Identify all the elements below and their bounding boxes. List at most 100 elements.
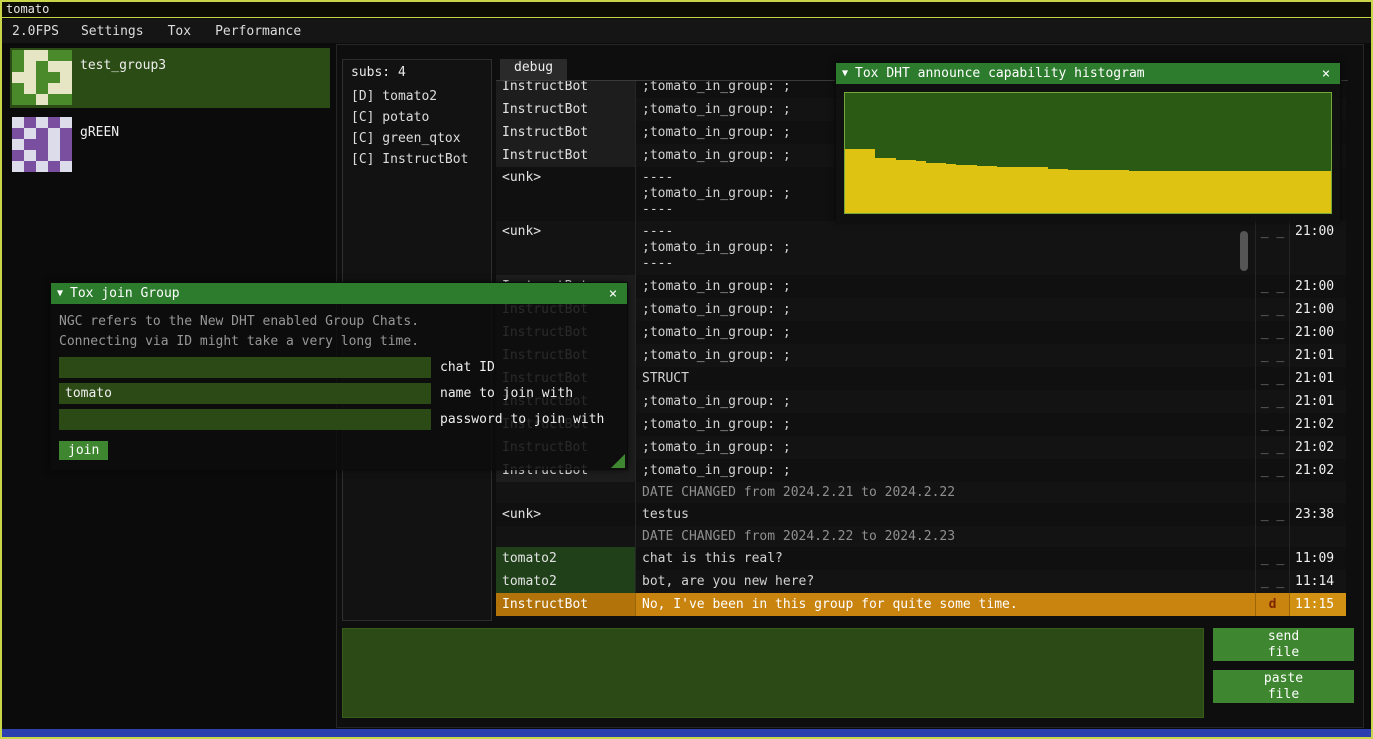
join-button[interactable]: join <box>59 441 108 460</box>
histogram-bar <box>997 167 1007 213</box>
message-row[interactable]: <unk>---- ;tomato_in_group: ; ----_ _21:… <box>496 221 1346 275</box>
avatar-pixel <box>36 94 48 105</box>
sub-item-green_qtox[interactable]: [C] green_qtox <box>343 128 491 149</box>
message-text: ;tomato_in_group: ; <box>636 321 1256 344</box>
subs-list: [D] tomato2[C] potato[C] green_qtox[C] I… <box>343 86 491 170</box>
sender-name <box>496 526 636 547</box>
avatar-pixel <box>48 139 60 150</box>
message-flags: d <box>1256 593 1290 616</box>
avatar-pixel <box>60 72 72 83</box>
avatar-pixel <box>36 50 48 61</box>
menu-item-settings[interactable]: Settings <box>69 24 156 39</box>
dht-histogram-body <box>836 84 1340 222</box>
tab-debug[interactable]: debug <box>500 59 567 80</box>
message-flags <box>1256 482 1290 503</box>
join-input-2[interactable] <box>59 409 431 430</box>
histogram-bar <box>1048 169 1058 213</box>
message-row[interactable]: tomato2chat is this real?_ _11:09 <box>496 547 1346 570</box>
os-titlebar: tomato <box>2 2 1371 18</box>
resize-grip[interactable] <box>611 454 625 468</box>
histogram-bar <box>1280 171 1290 213</box>
message-row[interactable]: InstructBotNo, I've been in this group f… <box>496 593 1346 616</box>
collapse-arrow-icon[interactable]: ▼ <box>57 288 63 299</box>
avatar-pixel <box>48 94 60 105</box>
avatar-pixel <box>12 139 24 150</box>
scrollbar-thumb[interactable] <box>1240 231 1248 271</box>
histogram-bar <box>1169 171 1179 213</box>
histogram-bar <box>1078 170 1088 213</box>
group-avatar <box>12 117 72 172</box>
message-row[interactable]: DATE CHANGED from 2024.2.22 to 2024.2.23 <box>496 526 1346 547</box>
avatar-pixel <box>60 61 72 72</box>
group-name: gREEN <box>80 125 119 140</box>
message-time: 11:15 <box>1290 593 1346 616</box>
avatar-pixel <box>12 161 24 172</box>
histogram-bar <box>1240 171 1250 213</box>
message-flags: _ _ <box>1256 275 1290 298</box>
sub-item-tomato2[interactable]: [D] tomato2 <box>343 86 491 107</box>
message-row[interactable]: DATE CHANGED from 2024.2.21 to 2024.2.22 <box>496 482 1346 503</box>
menu-item-performance[interactable]: Performance <box>203 24 313 39</box>
histogram-bar <box>1260 171 1270 213</box>
message-time: 21:00 <box>1290 275 1346 298</box>
close-icon[interactable]: × <box>1318 66 1334 82</box>
histogram-bar <box>1149 171 1159 213</box>
message-flags: _ _ <box>1256 413 1290 436</box>
join-input-0[interactable] <box>59 357 431 378</box>
message-text: ;tomato_in_group: ; <box>636 275 1256 298</box>
histogram-bar <box>1058 169 1068 213</box>
send-file-button[interactable]: send file <box>1213 628 1354 661</box>
message-input[interactable] <box>342 628 1204 718</box>
group-avatar <box>12 50 72 105</box>
message-time <box>1290 526 1346 547</box>
histogram-plot[interactable] <box>844 92 1332 214</box>
dht-histogram-titlebar: ▼ Tox DHT announce capability histogram … <box>836 63 1340 84</box>
paste-file-button[interactable]: paste file <box>1213 670 1354 703</box>
histogram-bar <box>1027 167 1037 213</box>
avatar-pixel <box>24 50 36 61</box>
sender-name: <unk> <box>496 221 636 275</box>
message-flags <box>1256 526 1290 547</box>
menu-item-tox[interactable]: Tox <box>156 24 203 39</box>
join-input-1[interactable] <box>59 383 431 404</box>
histogram-bar <box>1098 170 1108 213</box>
avatar-pixel <box>48 61 60 72</box>
message-row[interactable]: tomato2bot, are you new here?_ _11:14 <box>496 570 1346 593</box>
histogram-bar <box>1068 170 1078 213</box>
avatar-pixel <box>60 117 72 128</box>
avatar-pixel <box>36 72 48 83</box>
message-flags: _ _ <box>1256 221 1290 275</box>
collapse-arrow-icon[interactable]: ▼ <box>842 68 848 79</box>
close-icon[interactable]: × <box>605 286 621 302</box>
histogram-bar <box>886 158 896 213</box>
sender-name: tomato2 <box>496 547 636 570</box>
message-text: ;tomato_in_group: ; <box>636 436 1256 459</box>
histogram-bar <box>1179 171 1189 213</box>
avatar-pixel <box>60 150 72 161</box>
join-group-titlebar: ▼ Tox join Group × <box>51 283 627 304</box>
avatar-pixel <box>12 150 24 161</box>
avatar-pixel <box>12 117 24 128</box>
group-name: test_group3 <box>80 58 166 73</box>
join-field-label: name to join with <box>440 386 573 401</box>
message-text: ;tomato_in_group: ; <box>636 298 1256 321</box>
avatar-pixel <box>36 117 48 128</box>
message-text: DATE CHANGED from 2024.2.22 to 2024.2.23 <box>636 526 1256 547</box>
avatar-pixel <box>12 128 24 139</box>
sidebar-item-test_group3[interactable]: test_group3 <box>10 48 330 108</box>
message-text: DATE CHANGED from 2024.2.21 to 2024.2.22 <box>636 482 1256 503</box>
avatar-pixel <box>36 150 48 161</box>
avatar-pixel <box>48 50 60 61</box>
join-group-window: ▼ Tox join Group × NGC refers to the New… <box>50 282 628 470</box>
join-field-row: name to join with <box>59 383 619 404</box>
sidebar-item-gREEN[interactable]: gREEN <box>10 115 330 175</box>
fps-counter: 2.0FPS <box>2 24 69 39</box>
histogram-bar <box>1189 171 1199 213</box>
avatar-pixel <box>48 83 60 94</box>
message-row[interactable]: <unk>testus_ _23:38 <box>496 503 1346 526</box>
sub-item-potato[interactable]: [C] potato <box>343 107 491 128</box>
join-field-label: chat ID <box>440 360 495 375</box>
join-info-line: NGC refers to the New DHT enabled Group … <box>59 312 619 332</box>
sub-item-InstructBot[interactable]: [C] InstructBot <box>343 149 491 170</box>
message-time: 11:14 <box>1290 570 1346 593</box>
